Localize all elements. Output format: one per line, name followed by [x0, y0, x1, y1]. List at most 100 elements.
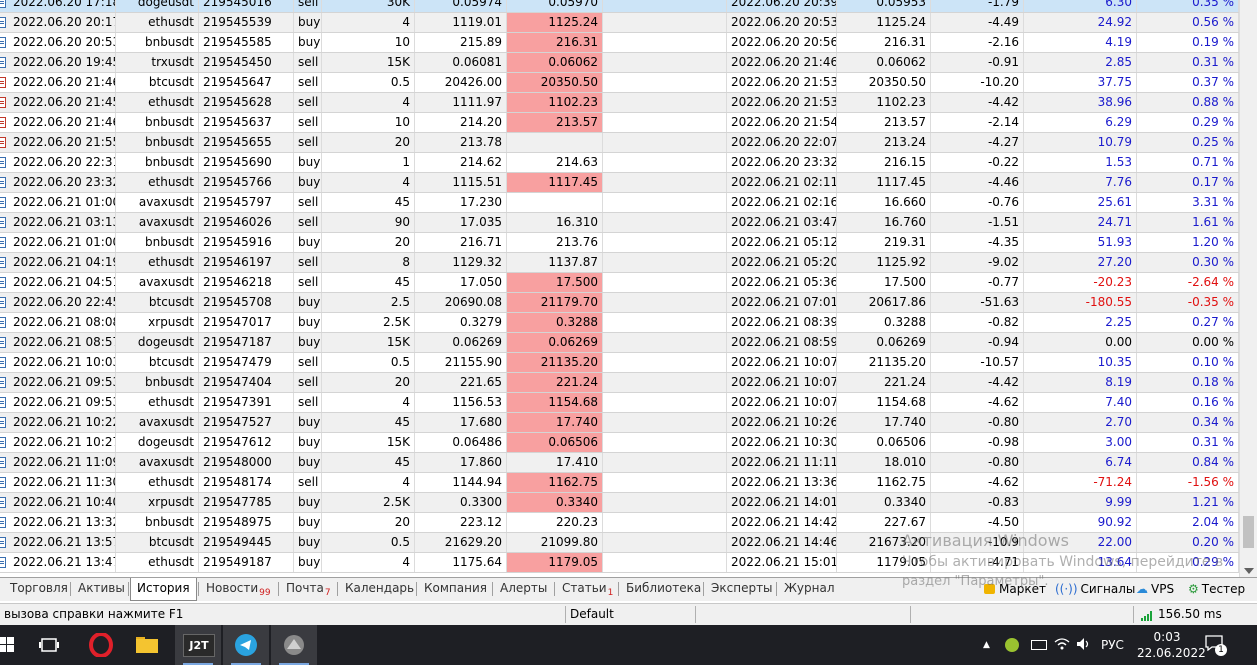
tab-11[interactable]: Эксперты [705, 578, 779, 600]
tab-9[interactable]: Статьи1 [556, 578, 619, 600]
tab-signals[interactable]: ((·)) Сигналы [1055, 578, 1135, 600]
tab-8[interactable]: Алерты [494, 578, 553, 600]
cell-open-price: 1175.64 [415, 553, 507, 572]
cell-volume: 20 [322, 233, 415, 252]
cell-empty [603, 233, 727, 252]
tab-vps[interactable]: ☁ VPS [1136, 578, 1174, 600]
cell-empty [603, 473, 727, 492]
table-row[interactable]: 2022.06.20 20:53:...bnbusdt219545585buy1… [0, 33, 1239, 53]
tab-4[interactable]: Новости99 [200, 578, 277, 600]
cell-pct: 0.16 % [1137, 393, 1239, 412]
cell-commission: -4.50 [931, 513, 1024, 532]
table-row[interactable]: 2022.06.21 10:22:...avaxusdt219547527buy… [0, 413, 1239, 433]
cell-close-time: 2022.06.20 20:39:41 [727, 0, 837, 12]
vertical-scrollbar[interactable] [1239, 0, 1257, 577]
cell-open-price: 20690.08 [415, 293, 507, 312]
table-row[interactable]: 2022.06.21 08:57:...dogeusdt219547187buy… [0, 333, 1239, 353]
windows-logo-icon [0, 637, 14, 652]
cell-profit: 7.76 [1024, 173, 1137, 192]
cell-order: 219547479 [199, 353, 294, 372]
table-row[interactable]: 2022.06.21 01:00:...bnbusdt219545916buy2… [0, 233, 1239, 253]
cell-order: 219545655 [199, 133, 294, 152]
tab-tester[interactable]: ⚙ Тестер [1188, 578, 1245, 600]
wifi-icon[interactable] [1054, 637, 1070, 654]
table-row[interactable]: 2022.06.20 22:31:...bnbusdt219545690buy1… [0, 153, 1239, 173]
table-row[interactable]: 2022.06.21 09:53:...bnbusdt219547404sell… [0, 373, 1239, 393]
volume-icon[interactable] [1076, 637, 1092, 654]
cell-open-price: 17.050 [415, 273, 507, 292]
tray-app-icon[interactable] [1005, 638, 1019, 652]
tab-separator [198, 582, 199, 596]
cell-symbol: ethusdt [116, 253, 199, 272]
table-row[interactable]: 2022.06.20 21:45:...ethusdt219545628sell… [0, 93, 1239, 113]
tab-5[interactable]: Почта7 [280, 578, 337, 600]
taskbar-metatrader[interactable] [271, 625, 317, 665]
cell-commission: -10.20 [931, 73, 1024, 92]
table-row[interactable]: 2022.06.21 10:40:...xrpusdt219547785buy2… [0, 493, 1239, 513]
table-row[interactable]: 2022.06.20 22:45:...btcusdt219545708buy2… [0, 293, 1239, 313]
table-row[interactable]: 2022.06.20 21:46:...btcusdt219545647sell… [0, 73, 1239, 93]
tab-10[interactable]: Библиотека [620, 578, 707, 600]
table-row[interactable]: 2022.06.20 17:18:...dogeusdt219545016sel… [0, 0, 1239, 13]
taskbar-opera[interactable] [78, 625, 124, 665]
table-row[interactable]: 2022.06.21 11:09:...avaxusdt219548000buy… [0, 453, 1239, 473]
tab-3[interactable]: История [130, 578, 197, 601]
cell-close-req: 220.23 [507, 513, 603, 532]
table-row[interactable]: 2022.06.21 01:00:...avaxusdt219545797sel… [0, 193, 1239, 213]
table-row[interactable]: 2022.06.21 04:51:...avaxusdt219546218sel… [0, 273, 1239, 293]
table-row[interactable]: 2022.06.20 21:46:...bnbusdt219545637sell… [0, 113, 1239, 133]
table-row[interactable]: 2022.06.21 03:13:...avaxusdt219546026sel… [0, 213, 1239, 233]
table-row[interactable]: 2022.06.21 08:08:...xrpusdt219547017buy2… [0, 313, 1239, 333]
cell-symbol: ethusdt [116, 553, 199, 572]
tab-1[interactable]: Торговля [4, 578, 74, 600]
table-row[interactable]: 2022.06.21 09:53:...ethusdt219547391sell… [0, 393, 1239, 413]
battery-icon[interactable] [1031, 640, 1047, 650]
table-row[interactable]: 2022.06.20 20:17:...ethusdt219545539buy4… [0, 13, 1239, 33]
taskbar-file-explorer[interactable] [124, 625, 170, 665]
cell-volume: 45 [322, 453, 415, 472]
cell-commission: -4.62 [931, 473, 1024, 492]
cell-open-price: 214.62 [415, 153, 507, 172]
cell-commission: -0.80 [931, 413, 1024, 432]
input-language[interactable]: РУС [1101, 625, 1124, 665]
ping-value: 156.50 ms [1158, 607, 1222, 621]
table-row[interactable]: 2022.06.20 23:32:...ethusdt219545766buy4… [0, 173, 1239, 193]
table-row[interactable]: 2022.06.21 10:27:...dogeusdt219547612buy… [0, 433, 1239, 453]
cell-commission: -0.22 [931, 153, 1024, 172]
cell-volume: 4 [322, 13, 415, 32]
taskbar-telegram[interactable] [223, 625, 269, 665]
tab-separator [618, 582, 619, 596]
deal-icon [0, 437, 6, 448]
cell-close-req: 17.410 [507, 453, 603, 472]
tab-2[interactable]: Активы [72, 578, 131, 600]
table-row[interactable]: 2022.06.21 11:30:...ethusdt219548174sell… [0, 473, 1239, 493]
table-row[interactable]: 2022.06.21 13:32:...bnbusdt219548975buy2… [0, 513, 1239, 533]
clock[interactable]: 0:03 22.06.2022 [1137, 629, 1206, 661]
metatrader-icon [284, 635, 304, 655]
cell-order: 219545647 [199, 73, 294, 92]
task-view-button[interactable] [26, 625, 72, 665]
tab-12[interactable]: Журнал [778, 578, 841, 600]
cell-commission: -4.49 [931, 13, 1024, 32]
tray-expand-icon[interactable]: ▲ [983, 625, 990, 665]
cell-type: sell [294, 93, 322, 112]
table-row[interactable]: 2022.06.21 04:19:...ethusdt219546197sell… [0, 253, 1239, 273]
table-row[interactable]: 2022.06.21 10:03:...btcusdt219547479sell… [0, 353, 1239, 373]
table-row[interactable]: 2022.06.20 19:45:...trxusdt219545450sell… [0, 53, 1239, 73]
cell-close-req: 17.500 [507, 273, 603, 292]
cell-commission: -10.57 [931, 353, 1024, 372]
scrollbar-thumb[interactable] [1243, 516, 1254, 548]
j2t-app-icon: J2T [183, 634, 215, 657]
table-row[interactable]: 2022.06.20 21:55:...bnbusdt219545655sell… [0, 133, 1239, 153]
scroll-down-arrow-icon[interactable] [1244, 568, 1254, 574]
cell-order: 219545766 [199, 173, 294, 192]
tab-7[interactable]: Компания [418, 578, 493, 600]
notification-center-button[interactable]: 1 [1205, 635, 1227, 656]
profile-name[interactable]: Default [570, 604, 614, 625]
cell-close-time: 2022.06.21 10:07:05 [727, 373, 837, 392]
tab-6[interactable]: Календарь [339, 578, 420, 600]
deal-icon [0, 517, 6, 528]
cell-type: sell [294, 253, 322, 272]
taskbar-j2t[interactable]: J2T [175, 625, 221, 665]
cell-time: 2022.06.21 10:40:... [13, 495, 115, 509]
